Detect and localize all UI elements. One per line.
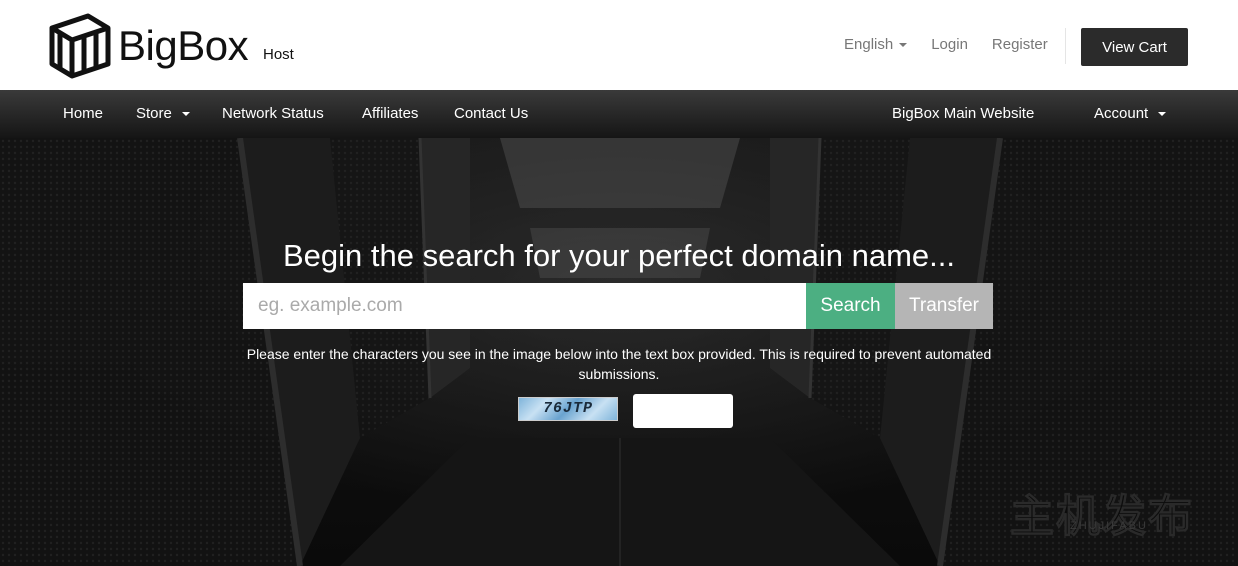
captcha-code: 76JTP [542,400,593,417]
hero-headline: Begin the search for your perfect domain… [282,238,956,273]
header: BigBox Host English Login Register View … [0,0,1238,90]
nav-home[interactable]: Home [63,105,103,122]
header-divider [1065,28,1066,64]
captcha-image: 76JTP [518,397,618,421]
language-dropdown[interactable]: English [844,36,908,53]
brand-name: BigBox [118,22,249,69]
nav-main-website[interactable]: BigBox Main Website [892,105,1034,122]
watermark: 主机发布 ZHUJIFABU [1010,480,1210,542]
watermark-en: ZHUJIFABU [1070,520,1148,532]
watermark-cn: 主机发布 [1010,492,1194,542]
domain-search-form: Search Transfer [243,283,993,329]
captcha-instructions: Please enter the characters you see in t… [246,346,992,382]
view-cart-button[interactable]: View Cart [1081,28,1188,66]
captcha-input[interactable] [633,394,733,428]
nav-store[interactable]: Store [136,105,190,122]
caret-down-icon [899,43,908,48]
search-button[interactable]: Search [806,283,895,329]
register-link[interactable]: Register [992,36,1048,53]
nav-store-label: Store [136,105,172,122]
nav-network-status[interactable]: Network Status [222,105,324,122]
transfer-button[interactable]: Transfer [895,283,993,329]
caret-down-icon [181,112,190,117]
nav-account-label: Account [1094,105,1149,122]
caret-down-icon [1158,112,1167,117]
nav-account[interactable]: Account [1094,105,1167,122]
brand-suffix: Host [263,46,294,63]
box-logo-icon [49,13,111,79]
main-nav: Home Store Network Status Affiliates Con… [0,90,1238,138]
domain-search-input[interactable] [243,283,806,329]
nav-affiliates[interactable]: Affiliates [362,105,418,122]
login-link[interactable]: Login [931,36,968,53]
language-label: English [844,36,894,53]
nav-contact-us[interactable]: Contact Us [454,105,528,122]
top-links: English Login Register [844,36,1072,53]
